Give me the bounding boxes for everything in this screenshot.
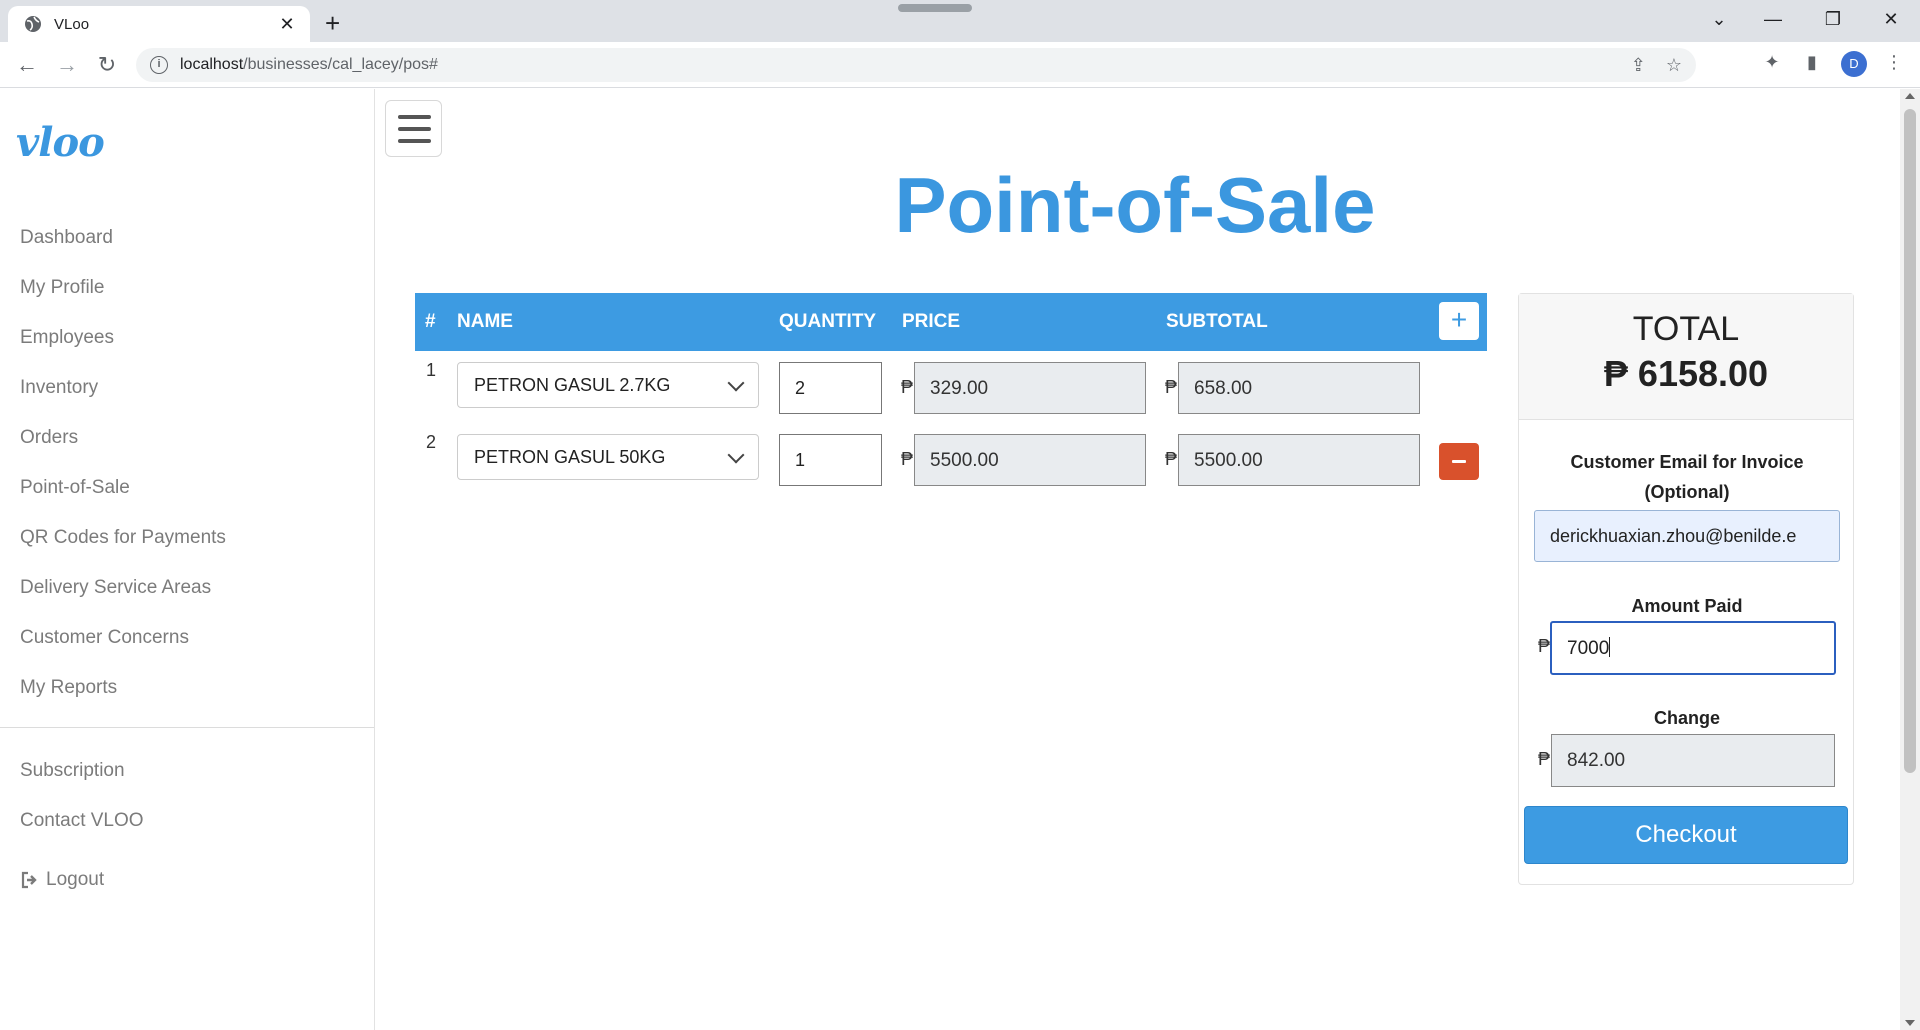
back-icon[interactable]: ← — [12, 50, 42, 80]
profile-avatar[interactable]: D — [1841, 51, 1867, 77]
add-row-button[interactable]: + — [1439, 302, 1479, 340]
amount-paid-input[interactable]: 7000 — [1550, 621, 1836, 675]
reload-icon[interactable]: ↻ — [92, 50, 122, 80]
price-field: 329.00 — [914, 362, 1146, 414]
pos-table: # NAME QUANTITY PRICE SUBTOTAL + 1 PETRO… — [415, 293, 1487, 486]
total-header: TOTAL ₱ 6158.00 — [1519, 294, 1853, 420]
product-select[interactable]: PETRON GASUL 50KG — [457, 434, 759, 480]
table-row: 2 PETRON GASUL 50KG 1 ₱ 5500.00 ₱ 5500.0… — [415, 426, 1487, 486]
hamburger-menu-button[interactable] — [385, 100, 442, 157]
header-quantity: QUANTITY — [779, 311, 877, 332]
page-title: Point-of-Sale — [894, 161, 1376, 249]
restore-icon[interactable]: ❐ — [1813, 4, 1853, 34]
currency-symbol: ₱ — [1165, 449, 1178, 469]
sidebar-item-delivery-areas[interactable]: Delivery Service Areas — [0, 563, 374, 613]
sidebar-item-qr-codes[interactable]: QR Codes for Payments — [0, 513, 374, 563]
total-label: TOTAL — [1632, 310, 1740, 348]
total-value: ₱ 6158.00 — [1603, 353, 1769, 394]
quantity-input[interactable]: 2 — [779, 362, 882, 414]
sidebar-item-orders[interactable]: Orders — [0, 413, 374, 463]
logout-icon — [21, 871, 37, 889]
price-field: 5500.00 — [914, 434, 1146, 486]
change-field: 842.00 — [1551, 734, 1835, 787]
tab-search-icon[interactable]: ⌄ — [1699, 4, 1739, 34]
subtotal-field: 5500.00 — [1178, 434, 1420, 486]
close-tab-icon[interactable]: ✕ — [276, 14, 298, 35]
extensions-icon[interactable]: ✦ — [1759, 52, 1785, 73]
header-subtotal: SUBTOTAL — [1166, 311, 1268, 332]
currency-symbol: ₱ — [901, 377, 914, 397]
subtotal-field: 658.00 — [1178, 362, 1420, 414]
sidebar-item-subscription[interactable]: Subscription — [0, 746, 374, 796]
logout-link[interactable]: Logout — [20, 869, 104, 891]
vertical-scrollbar[interactable] — [1900, 89, 1920, 1030]
bookmark-star-icon[interactable]: ☆ — [1666, 55, 1682, 76]
product-select-value: PETRON GASUL 50KG — [474, 447, 666, 467]
browser-tab[interactable]: VLoo ✕ — [8, 6, 310, 42]
hamburger-bar — [398, 127, 431, 131]
chevron-down-icon — [727, 446, 745, 464]
globe-icon — [25, 16, 41, 32]
url-host: localhost — [180, 56, 244, 73]
drag-handle[interactable] — [898, 4, 972, 12]
quantity-input[interactable]: 1 — [779, 434, 882, 486]
logout-label: Logout — [46, 869, 105, 890]
sidebar-item-dashboard[interactable]: Dashboard — [0, 213, 374, 263]
forward-icon[interactable]: → — [52, 50, 82, 80]
checkout-panel: TOTAL ₱ 6158.00 Customer Email for Invoi… — [1518, 293, 1854, 885]
menu-kebab-icon[interactable]: ⋮ — [1881, 52, 1907, 73]
close-window-icon[interactable]: ✕ — [1871, 4, 1911, 34]
minus-icon — [1452, 460, 1466, 463]
browser-toolbar: ← → ↻ i localhost/businesses/cal_lacey/p… — [0, 42, 1920, 88]
sidebar-item-contact[interactable]: Contact VLOO — [0, 796, 374, 846]
remove-row-button[interactable] — [1439, 443, 1479, 480]
amount-paid-value: 7000 — [1567, 638, 1610, 659]
new-tab-icon[interactable]: + — [325, 8, 340, 39]
scroll-up-icon[interactable] — [1905, 93, 1915, 99]
sidebar-item-point-of-sale[interactable]: Point-of-Sale — [0, 463, 374, 513]
sidebar-nav: Dashboard My Profile Employees Inventory… — [0, 213, 374, 846]
sidebar-divider — [0, 727, 374, 728]
currency-symbol: ₱ — [1165, 377, 1178, 397]
currency-symbol: ₱ — [901, 449, 914, 469]
scroll-down-icon[interactable] — [1905, 1020, 1915, 1026]
sidebar-item-customer-concerns[interactable]: Customer Concerns — [0, 613, 374, 663]
scroll-thumb[interactable] — [1904, 109, 1916, 773]
currency-symbol: ₱ — [1538, 636, 1551, 656]
email-label: Customer Email for Invoice (Optional) — [1570, 452, 1804, 502]
address-bar[interactable]: i localhost/businesses/cal_lacey/pos# ⇪ … — [136, 48, 1696, 82]
chevron-down-icon — [727, 374, 745, 392]
sidebar-item-my-reports[interactable]: My Reports — [0, 663, 374, 713]
row-number: 1 — [426, 360, 437, 380]
minimize-icon[interactable]: — — [1753, 4, 1793, 34]
amount-paid-label: Amount Paid — [1631, 596, 1743, 616]
hamburger-bar — [398, 115, 431, 119]
tab-title: VLoo — [54, 15, 90, 33]
sidebar-item-inventory[interactable]: Inventory — [0, 363, 374, 413]
url-text: localhost/businesses/cal_lacey/pos# — [180, 56, 438, 74]
header-price: PRICE — [902, 311, 961, 332]
sidebar-item-employees[interactable]: Employees — [0, 313, 374, 363]
sidebar-item-my-profile[interactable]: My Profile — [0, 263, 374, 313]
product-select[interactable]: PETRON GASUL 2.7KG — [457, 362, 759, 408]
url-path: /businesses/cal_lacey/pos# — [243, 56, 438, 73]
customer-email-input[interactable]: derickhuaxian.zhou@benilde.e — [1534, 510, 1840, 562]
change-label: Change — [1653, 708, 1720, 728]
browser-tabstrip: VLoo ✕ + ⌄ — ❐ ✕ — [0, 0, 1920, 42]
sidebar: vloo Dashboard My Profile Employees Inve… — [0, 89, 375, 1030]
vloo-logo[interactable]: vloo — [16, 119, 105, 166]
checkout-button[interactable]: Checkout — [1524, 806, 1848, 864]
row-number: 2 — [426, 432, 437, 452]
share-icon[interactable]: ⇪ — [1631, 55, 1646, 76]
text-caret — [1609, 637, 1611, 657]
header-name: NAME — [457, 311, 513, 332]
header-num: # — [425, 311, 436, 332]
currency-symbol: ₱ — [1538, 749, 1551, 769]
table-header: # NAME QUANTITY PRICE SUBTOTAL + — [415, 293, 1487, 351]
hamburger-bar — [398, 139, 431, 143]
product-select-value: PETRON GASUL 2.7KG — [474, 375, 671, 395]
site-info-icon[interactable]: i — [150, 56, 168, 74]
side-panel-icon[interactable]: ▮ — [1799, 52, 1825, 73]
table-row: 1 PETRON GASUL 2.7KG 2 ₱ 329.00 ₱ 658.00 — [415, 354, 1487, 414]
